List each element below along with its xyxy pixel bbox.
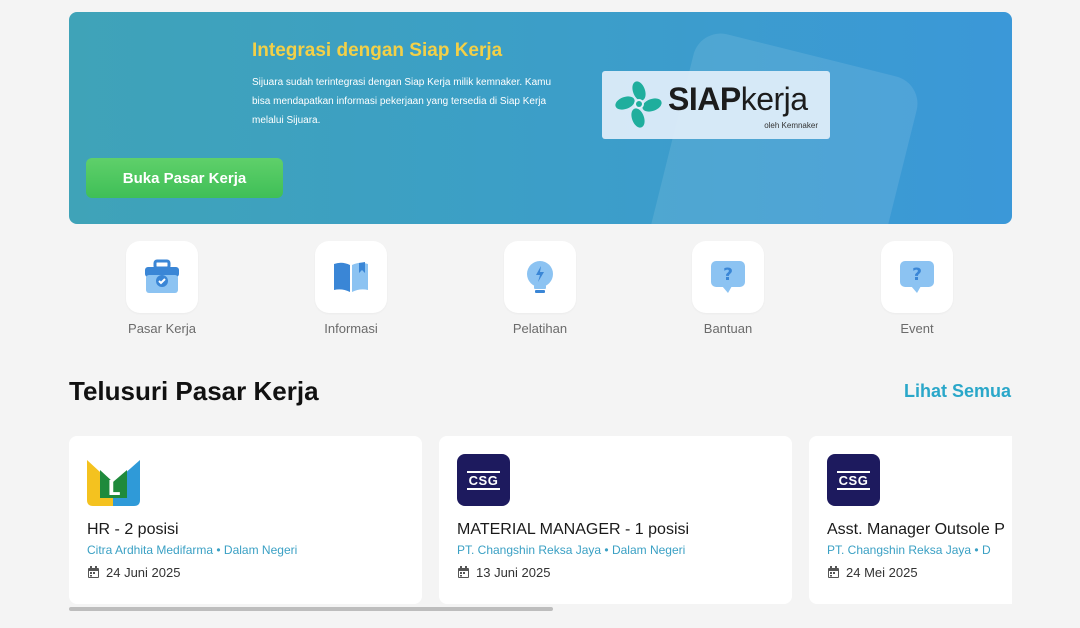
job-card[interactable]: L HR - 2 posisi Citra Ardhita Medifarma … [69,436,422,604]
menu-pelatihan[interactable]: Pelatihan [470,241,610,336]
svg-text:L: L [108,476,121,500]
book-open-icon [334,262,368,292]
calendar-icon [828,566,839,578]
see-all-link[interactable]: Lihat Semua [904,381,1011,402]
company-location: PT. Changshin Reksa Jaya • D [827,543,991,557]
siap-kerja-logo: SIAPkerja oleh Kemnaker [602,71,830,139]
job-title: MATERIAL MANAGER - 1 posisi [457,521,690,538]
siap-kerja-subtitle: oleh Kemnaker [764,121,818,130]
banner-title: Integrasi dengan Siap Kerja [252,40,503,61]
menu-label: Event [900,321,934,336]
job-title: HR - 2 posisi [87,521,179,538]
home-page: Integrasi dengan Siap Kerja Sijuara suda… [0,0,1080,628]
lightbulb-icon [527,261,553,293]
menu-label: Pasar Kerja [128,321,196,336]
job-title: Asst. Manager Outsole P [827,521,1005,538]
open-job-market-button[interactable]: Buka Pasar Kerja [86,158,283,198]
job-cards-carousel[interactable]: L HR - 2 posisi Citra Ardhita Medifarma … [69,436,1012,604]
help-chat-icon: ? [711,261,745,293]
menu-label: Informasi [324,321,378,336]
posting-date: 24 Juni 2025 [87,565,180,580]
siap-kerja-banner: Integrasi dengan Siap Kerja Sijuara suda… [69,12,1012,224]
menu-bantuan[interactable]: ? Bantuan [658,241,798,336]
csg-logo-text: CSG [466,470,501,490]
calendar-icon [88,566,99,578]
job-card[interactable]: CSG Asst. Manager Outsole P PT. Changshi… [809,436,1012,604]
svg-text:?: ? [912,265,922,285]
horizontal-scrollbar[interactable] [69,607,553,611]
briefcase-check-icon [145,259,179,293]
menu-pasar-kerja[interactable]: Pasar Kerja [92,241,232,336]
menu-event[interactable]: ? Event [847,241,987,336]
company-location: Citra Ardhita Medifarma • Dalam Negeri [87,543,298,557]
csg-logo-text: CSG [836,470,871,490]
menu-informasi[interactable]: Informasi [281,241,421,336]
siap-kerja-mark-icon [615,81,662,128]
calendar-icon [458,566,469,578]
menu-label: Bantuan [703,321,753,336]
company-logo: L [87,454,140,506]
l-logo-icon: L [87,460,140,506]
section-title: Telusuri Pasar Kerja [69,376,319,406]
company-logo: CSG [827,454,880,506]
menu-label: Pelatihan [512,321,568,336]
posting-date: 13 Juni 2025 [457,565,550,580]
job-card[interactable]: CSG MATERIAL MANAGER - 1 posisi PT. Chan… [439,436,792,604]
help-chat-icon: ? [900,261,934,293]
banner-description: Sijuara sudah terintegrasi dengan Siap K… [252,77,552,126]
siap-kerja-wordmark: SIAPkerja [668,81,808,117]
svg-text:?: ? [723,265,733,285]
company-logo: CSG [457,454,510,506]
posting-date: 24 Mei 2025 [827,565,918,580]
company-location: PT. Changshin Reksa Jaya • Dalam Negeri [457,543,686,557]
